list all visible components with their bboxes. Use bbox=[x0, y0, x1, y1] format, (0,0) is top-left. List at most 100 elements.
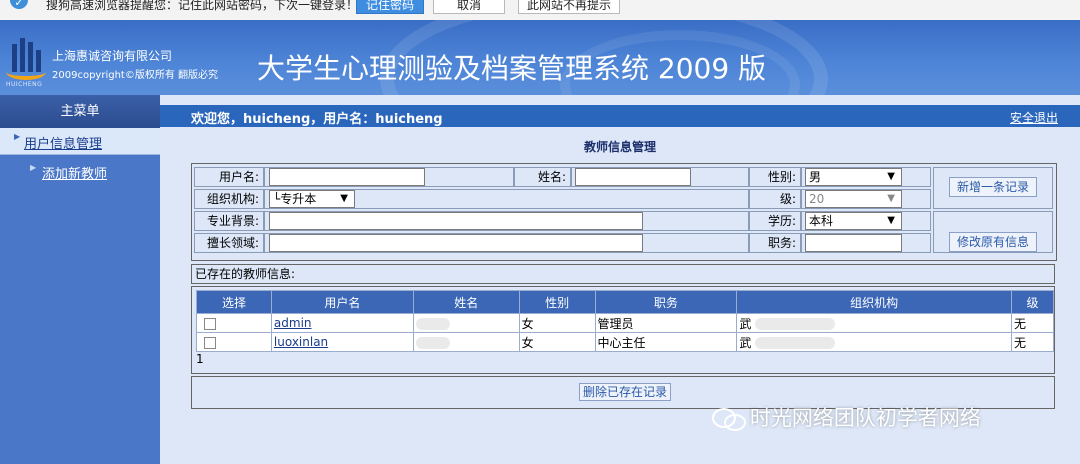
position-cell-value: 中心主任 bbox=[594, 332, 738, 352]
org-text: 武 bbox=[739, 316, 752, 331]
org-value: └专升本 bbox=[273, 192, 317, 206]
browser-notification-bar: ✓ 搜狗高速浏览器提醒您：记住此网站密码，下次一键登录！ 记住密码 取消 此网站… bbox=[0, 0, 1080, 21]
major-cell bbox=[264, 211, 749, 231]
page-title: 教师信息管理 bbox=[583, 140, 656, 154]
level-label: 级: bbox=[749, 189, 801, 209]
sogou-browser-icon: ✓ bbox=[10, 0, 28, 9]
position-cell-value: 管理员 bbox=[594, 313, 738, 333]
position-cell bbox=[801, 233, 931, 253]
position-label: 职务: bbox=[749, 233, 801, 253]
col-header-select: 选择 bbox=[196, 290, 272, 314]
system-title: 大学生心理测验及档案管理系统 2009 版 bbox=[257, 52, 767, 85]
system-header: HUICHENG 上海惠诚咨询有限公司 2009copyright©版权所有 翻… bbox=[0, 20, 1080, 95]
username-label: 用户名: bbox=[194, 167, 264, 187]
col-header-name: 姓名 bbox=[412, 290, 520, 314]
level-cell: 20 ▼ bbox=[801, 189, 931, 209]
dropdown-arrow-icon: ▼ bbox=[340, 193, 348, 204]
left-sidebar: 主菜单 ▶ 用户信息管理 ▶ 添加新教师 bbox=[0, 95, 160, 464]
org-cell: └专升本 ▼ bbox=[264, 189, 749, 209]
redacted-org bbox=[755, 337, 836, 349]
gender-value: 男 bbox=[809, 170, 822, 184]
wechat-icon bbox=[712, 406, 746, 431]
col-header-gender: 性别 bbox=[518, 290, 596, 314]
redacted-org bbox=[755, 318, 836, 330]
col-header-level: 级 bbox=[1010, 290, 1055, 314]
remember-password-button[interactable]: 记住密码 bbox=[356, 0, 424, 14]
col-header-org: 组织机构 bbox=[736, 290, 1012, 314]
expertise-label: 擅长领域: bbox=[194, 233, 264, 253]
org-cell-value: 武 bbox=[736, 332, 1012, 352]
welcome-bar: 欢迎您，huicheng，用户名：huicheng 安全退出 bbox=[160, 105, 1080, 127]
triangle-right-icon: ▶ bbox=[30, 163, 37, 172]
never-prompt-button[interactable]: 此网站不再提示 bbox=[518, 0, 620, 14]
education-label: 学历: bbox=[749, 211, 801, 231]
row-checkbox[interactable] bbox=[204, 317, 216, 330]
welcome-text: 欢迎您，huicheng，用户名：huicheng bbox=[191, 112, 443, 127]
org-text: 武 bbox=[739, 335, 752, 350]
level-cell-value: 无 bbox=[1010, 332, 1055, 352]
main-menu-title: 主菜单 bbox=[0, 95, 160, 128]
triangle-right-icon: ▶ bbox=[14, 132, 21, 141]
level-cell-value: 无 bbox=[1010, 313, 1055, 333]
org-label: 组织机构: bbox=[194, 189, 264, 209]
user-info-management-link[interactable]: 用户信息管理 bbox=[24, 133, 102, 152]
add-button-cell: 新增一条记录 bbox=[933, 167, 1053, 209]
table-row: admin 女 管理员 武 无 bbox=[196, 313, 1055, 333]
expertise-cell bbox=[264, 233, 749, 253]
gender-select[interactable]: 男 ▼ bbox=[805, 168, 902, 186]
logout-link[interactable]: 安全退出 bbox=[1010, 109, 1058, 126]
sidebar-item-add-teacher[interactable]: ▶ 添加新教师 bbox=[0, 155, 160, 185]
gender-label: 性别: bbox=[749, 167, 801, 187]
dropdown-arrow-icon: ▼ bbox=[887, 215, 895, 226]
username-input[interactable] bbox=[269, 168, 425, 186]
gender-cell-value: 女 bbox=[518, 332, 596, 352]
username-link[interactable]: admin bbox=[274, 316, 312, 330]
row-checkbox[interactable] bbox=[204, 336, 216, 349]
teacher-form: 用户名: 姓名: 性别: 男 ▼ 组织机构: └专升本 ▼ 级: 20 ▼ 专业… bbox=[191, 163, 1057, 261]
level-value: 20 bbox=[809, 192, 825, 206]
notification-message: 搜狗高速浏览器提醒您：记住此网站密码，下次一键登录！ bbox=[46, 0, 359, 12]
table-header-row: 选择 用户名 姓名 性别 职务 组织机构 级 bbox=[196, 290, 1055, 314]
dropdown-arrow-icon: ▼ bbox=[887, 171, 895, 182]
existing-teachers-label: 已存在的教师信息: bbox=[191, 264, 1055, 284]
education-select[interactable]: 本科 ▼ bbox=[805, 212, 902, 230]
major-input[interactable] bbox=[269, 212, 643, 230]
cancel-button[interactable]: 取消 bbox=[433, 0, 505, 14]
name-label: 姓名: bbox=[514, 167, 571, 187]
redacted-name bbox=[415, 317, 450, 330]
col-header-username: 用户名 bbox=[270, 290, 414, 314]
modify-button-cell: 修改原有信息 bbox=[933, 211, 1053, 253]
logo-subtext: HUICHENG bbox=[6, 81, 43, 88]
copyright-text: 2009copyright©版权所有 翻版必究 bbox=[52, 70, 219, 81]
redacted-name bbox=[415, 336, 450, 349]
col-header-position: 职务 bbox=[594, 290, 738, 314]
major-label: 专业背景: bbox=[194, 211, 264, 231]
add-record-button[interactable]: 新增一条记录 bbox=[949, 177, 1037, 197]
teacher-table: 选择 用户名 姓名 性别 职务 组织机构 级 admin 女 管理员 武 无 l… bbox=[196, 290, 1055, 352]
watermark-text: 时光网络团队初学者网络 bbox=[749, 406, 981, 430]
name-input[interactable] bbox=[575, 168, 691, 186]
position-input[interactable] bbox=[805, 234, 902, 252]
page-count: 1 bbox=[196, 352, 204, 366]
education-value: 本科 bbox=[809, 214, 834, 228]
username-cell bbox=[264, 167, 514, 187]
wechat-watermark: 时光网络团队初学者网络 bbox=[712, 402, 981, 431]
gender-cell: 男 ▼ bbox=[801, 167, 931, 187]
name-cell bbox=[571, 167, 749, 187]
education-cell: 本科 ▼ bbox=[801, 211, 931, 231]
table-row: luoxinlan 女 中心主任 武 无 bbox=[196, 332, 1055, 352]
expertise-input[interactable] bbox=[269, 234, 643, 252]
delete-records-button[interactable]: 删除已存在记录 bbox=[579, 383, 671, 401]
company-name: 上海惠诚咨询有限公司 bbox=[52, 49, 173, 63]
add-teacher-link[interactable]: 添加新教师 bbox=[42, 163, 107, 182]
sidebar-section-user-info[interactable]: ▶ 用户信息管理 bbox=[0, 128, 160, 155]
dropdown-arrow-icon: ▼ bbox=[887, 193, 895, 204]
username-link[interactable]: luoxinlan bbox=[274, 335, 328, 349]
org-select[interactable]: └专升本 ▼ bbox=[269, 190, 355, 208]
level-select[interactable]: 20 ▼ bbox=[805, 190, 902, 208]
teacher-table-box: 选择 用户名 姓名 性别 职务 组织机构 级 admin 女 管理员 武 无 l… bbox=[191, 286, 1055, 374]
huicheng-logo: HUICHENG bbox=[6, 36, 48, 88]
gender-cell-value: 女 bbox=[518, 313, 596, 333]
org-cell-value: 武 bbox=[736, 313, 1012, 333]
modify-record-button[interactable]: 修改原有信息 bbox=[949, 232, 1037, 252]
